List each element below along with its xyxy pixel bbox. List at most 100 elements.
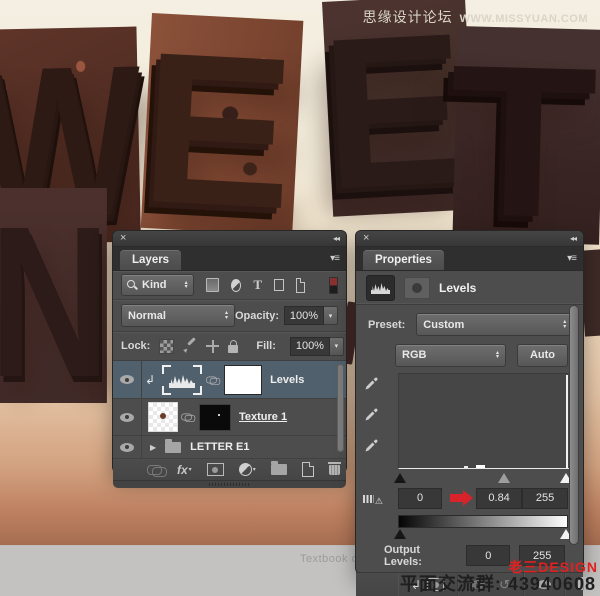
adjustment-title: Levels	[439, 280, 477, 295]
filter-kind-dropdown[interactable]: Kind	[121, 274, 194, 296]
collapse-panel-icon[interactable]	[333, 234, 339, 243]
visibility-cell[interactable]	[113, 436, 142, 458]
visibility-cell[interactable]	[113, 361, 142, 398]
adjustment-icon	[238, 463, 252, 476]
layer-name[interactable]: Texture 1	[239, 411, 287, 423]
filter-adjustment-layers-icon[interactable]	[231, 278, 242, 292]
shadow-input[interactable]: 0	[398, 487, 443, 509]
filter-toggle-icon[interactable]	[329, 276, 339, 294]
chevron-down-icon	[253, 466, 256, 473]
opacity-label: Opacity:	[234, 309, 279, 322]
collapse-panel-icon[interactable]	[570, 234, 576, 243]
new-group-icon[interactable]	[270, 461, 287, 475]
layer-mask-thumbnail[interactable]	[200, 404, 230, 430]
layer-row-letter-e1[interactable]: LETTER E1	[113, 436, 346, 459]
filter-pixel-layers-icon[interactable]	[205, 278, 220, 292]
eye-icon[interactable]	[120, 412, 134, 422]
chocolate-letter-n: N	[0, 188, 108, 403]
panel-resize-strip[interactable]	[113, 481, 346, 488]
output-low-input[interactable]: 0	[466, 545, 511, 566]
layers-scrollbar[interactable]	[337, 364, 344, 452]
link-mask-icon[interactable]	[206, 376, 221, 385]
filter-kind-label: Kind	[142, 279, 167, 291]
midtone-slider[interactable]	[498, 473, 510, 483]
eye-icon[interactable]	[120, 375, 134, 384]
fill-value[interactable]: 100%	[289, 336, 330, 356]
histogram-bump	[463, 466, 468, 468]
site-watermark: 思缘设计论坛 WWW.MISSYUAN.COM	[363, 7, 588, 27]
input-sliders	[394, 473, 572, 485]
lock-position-icon[interactable]	[206, 339, 220, 353]
properties-scrollbar[interactable]	[569, 305, 579, 545]
updown-arrows-icon	[563, 320, 566, 329]
layer-name[interactable]: Levels	[270, 374, 304, 386]
new-adjustment-layer-button[interactable]	[238, 463, 256, 476]
preset-row: Preset: Custom	[356, 309, 583, 340]
layer-name[interactable]: LETTER E1	[190, 441, 249, 453]
new-layer-icon[interactable]	[301, 462, 314, 477]
link-layers-icon[interactable]	[147, 464, 167, 477]
opacity-dropdown-icon[interactable]	[324, 306, 338, 325]
layers-tab-bar: Layers	[113, 247, 346, 271]
lock-icons	[159, 338, 239, 354]
channel-dropdown[interactable]: RGB	[395, 343, 506, 367]
panel-menu-icon[interactable]	[567, 253, 576, 264]
filter-shape-layers-icon[interactable]	[274, 279, 284, 291]
filter-smart-objects-icon[interactable]	[295, 277, 306, 293]
histogram-display	[398, 373, 570, 469]
highlight-input[interactable]: 255	[522, 487, 569, 509]
preset-dropdown[interactable]: Custom	[416, 313, 574, 336]
output-gradient-zone	[394, 515, 572, 540]
black-point-eyedropper-icon[interactable]	[364, 375, 380, 391]
site-url: WWW.MISSYUAN.COM	[459, 13, 588, 25]
channel-row: RGB Auto	[356, 340, 583, 370]
output-gradient-bar	[398, 515, 568, 528]
channel-value: RGB	[402, 349, 427, 361]
opacity-value[interactable]: 100%	[284, 306, 324, 325]
layers-panel-header	[113, 231, 346, 247]
updown-arrows-icon	[496, 351, 499, 360]
adjustment-title-row: Levels	[356, 271, 583, 305]
preset-value: Custom	[423, 318, 465, 331]
photoshop-workspace: W E E T N 思缘设计论坛 WWW.MISSYUAN.COM Textbo…	[0, 0, 600, 596]
mask-properties-icon[interactable]	[404, 276, 430, 299]
lock-pixels-icon[interactable]	[183, 339, 197, 353]
layer-thumbnail[interactable]	[149, 403, 177, 431]
panel-menu-icon[interactable]	[330, 253, 339, 264]
fill-label: Fill:	[256, 340, 276, 352]
lock-transparency-icon[interactable]	[159, 338, 175, 354]
red-arrow-annotation	[450, 490, 474, 506]
histogram-zone	[356, 373, 583, 473]
link-mask-icon[interactable]	[181, 413, 196, 422]
tab-properties[interactable]: Properties	[363, 250, 444, 270]
output-levels-label: Output Levels:	[384, 543, 422, 568]
auto-button[interactable]: Auto	[517, 343, 568, 367]
layer-row-texture1[interactable]: Texture 1	[113, 399, 346, 436]
delete-layer-icon[interactable]	[327, 461, 341, 475]
gray-point-eyedropper-icon[interactable]	[364, 406, 380, 422]
levels-thumbnail[interactable]	[162, 364, 203, 395]
shadow-slider[interactable]	[394, 473, 406, 483]
site-name: 思缘设计论坛	[362, 9, 453, 25]
eye-icon[interactable]	[120, 442, 134, 452]
tab-layers[interactable]: Layers	[120, 250, 182, 270]
white-point-eyedropper-icon[interactable]	[364, 437, 380, 453]
fill-dropdown-icon[interactable]	[329, 336, 344, 356]
close-icon[interactable]	[363, 234, 369, 243]
layer-mask-thumbnail[interactable]	[225, 365, 262, 394]
midtone-input[interactable]: 0.84	[476, 487, 523, 509]
blend-mode-dropdown[interactable]: Normal	[121, 304, 235, 327]
histogram-warning-icon[interactable]	[363, 492, 383, 507]
filter-type-layers-icon[interactable]	[253, 279, 262, 291]
output-black-slider[interactable]	[394, 529, 406, 539]
chocolate-letter-t: T	[452, 13, 600, 258]
close-icon[interactable]	[120, 234, 126, 243]
properties-tab-bar: Properties	[356, 247, 583, 271]
selection-bracket	[162, 385, 172, 395]
layer-row-levels[interactable]: Levels	[113, 361, 346, 399]
add-mask-icon[interactable]	[206, 463, 224, 476]
visibility-cell[interactable]	[113, 399, 142, 435]
lock-all-icon[interactable]	[228, 339, 239, 353]
layer-styles-button[interactable]: fx	[177, 463, 192, 477]
expand-group-icon[interactable]	[150, 443, 156, 452]
